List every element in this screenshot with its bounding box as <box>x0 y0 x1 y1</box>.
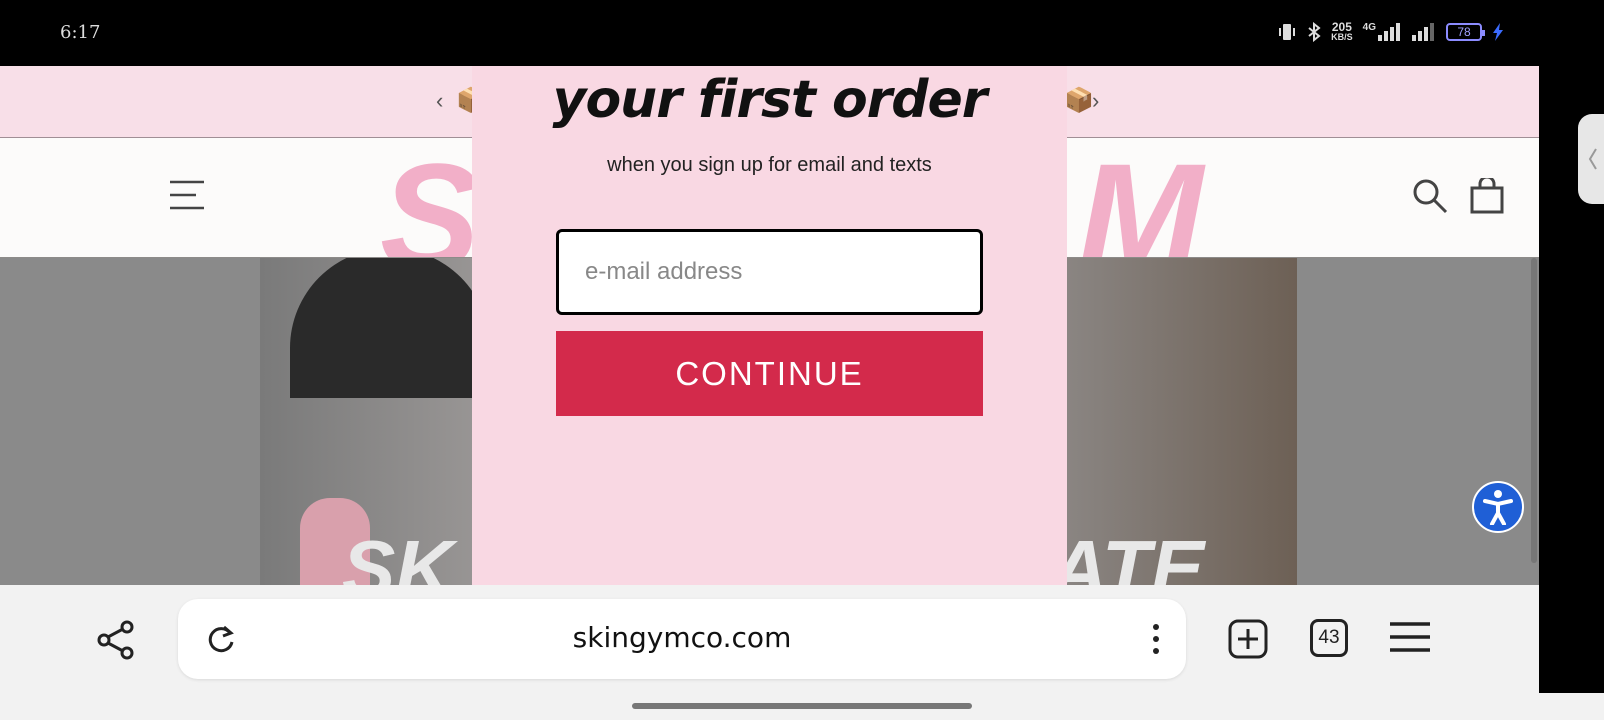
hamburger-menu-icon[interactable] <box>1390 621 1430 653</box>
status-icons: 205 KB/S 4G 78 <box>1277 20 1504 42</box>
edge-panel-handle[interactable] <box>1578 114 1604 204</box>
accessibility-button[interactable] <box>1472 481 1524 533</box>
email-field[interactable] <box>556 229 983 315</box>
continue-button[interactable]: CONTINUE <box>556 331 983 416</box>
network-type: 4G <box>1362 21 1376 33</box>
bluetooth-icon <box>1308 22 1321 42</box>
net-speed: 205 KB/S <box>1331 20 1353 42</box>
address-bar[interactable]: skingymco.com <box>178 599 1186 679</box>
accessibility-icon <box>1483 490 1513 525</box>
signal-icon <box>1378 23 1400 41</box>
signup-modal: your first order when you sign up for em… <box>472 66 1067 586</box>
tabs-count-button[interactable]: 43 <box>1310 619 1348 657</box>
menu-icon[interactable] <box>170 180 206 210</box>
shopping-bag-icon[interactable] <box>1470 178 1504 214</box>
vibrate-icon <box>1279 24 1296 40</box>
share-icon[interactable] <box>96 620 136 660</box>
status-bar: 6:17 205 KB/S 4G 78 <box>0 0 1604 66</box>
chevron-left-icon <box>1588 148 1597 170</box>
page-scrollbar[interactable] <box>1531 258 1537 563</box>
search-icon[interactable] <box>1412 178 1448 214</box>
new-tab-icon[interactable] <box>1228 619 1268 659</box>
modal-title: your first order <box>552 70 988 130</box>
modal-subtitle: when you sign up for email and texts <box>607 154 932 176</box>
browser-bottom-bar: skingymco.com 43 <box>0 585 1539 693</box>
box-icon: 📦 <box>1064 87 1094 114</box>
signal-icon-2 <box>1412 23 1434 41</box>
battery-icon: 78 <box>1446 23 1485 41</box>
more-options-icon[interactable] <box>1152 623 1160 655</box>
charging-icon <box>1493 23 1503 41</box>
promo-prev-arrow[interactable]: ‹ <box>436 88 443 114</box>
promo-next-arrow[interactable]: › <box>1092 88 1099 114</box>
status-time: 6:17 <box>60 22 101 43</box>
url-text[interactable]: skingymco.com <box>178 621 1186 654</box>
home-indicator[interactable] <box>632 703 972 709</box>
